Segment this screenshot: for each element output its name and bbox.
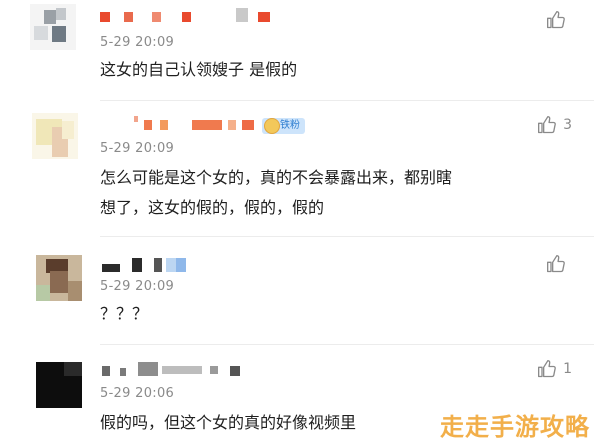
- like-button[interactable]: 1: [537, 359, 572, 379]
- badge-label: 铁粉: [280, 120, 300, 131]
- comment-text: ？？？: [100, 304, 149, 323]
- thumbs-up-icon: [546, 10, 566, 30]
- watermark: 走走手游攻略: [440, 413, 590, 441]
- avatar[interactable]: [32, 113, 78, 159]
- like-count: 3: [563, 117, 572, 133]
- like-count: 1: [563, 361, 572, 377]
- username-blurred[interactable]: [100, 362, 250, 380]
- divider: [100, 100, 594, 101]
- thumbs-up-icon: [546, 254, 566, 274]
- username-blurred[interactable]: [100, 8, 280, 30]
- avatar[interactable]: [36, 362, 82, 408]
- like-button[interactable]: [546, 10, 572, 30]
- avatar[interactable]: [30, 4, 76, 50]
- comment-time: 5-29 20:09: [100, 279, 175, 294]
- comment-text-line: 想了，这女的假的，假的，假的: [100, 198, 325, 217]
- like-button[interactable]: [546, 254, 572, 274]
- divider: [100, 344, 594, 345]
- thumbs-up-icon: [537, 115, 557, 135]
- divider: [100, 236, 594, 237]
- like-button[interactable]: 3: [537, 115, 572, 135]
- username-blurred[interactable]: [100, 116, 270, 138]
- username-blurred[interactable]: [100, 256, 200, 274]
- comment-time: 5-29 20:09: [100, 141, 175, 156]
- comment-text: 怎么可能是这个女的，真的不会暴露出来，都别瞎 想了，这女的假的，假的，假的: [100, 163, 570, 223]
- fan-badge[interactable]: 铁粉: [262, 118, 305, 134]
- comment-time: 5-29 20:09: [100, 35, 175, 50]
- comment-text: 这女的自己认领嫂子 是假的: [100, 60, 298, 79]
- thumbs-up-icon: [537, 359, 557, 379]
- avatar[interactable]: [36, 255, 82, 301]
- medal-icon: [264, 118, 280, 134]
- comment-time: 5-29 20:06: [100, 386, 175, 401]
- comment-text-line: 怎么可能是这个女的，真的不会暴露出来，都别瞎: [100, 168, 453, 187]
